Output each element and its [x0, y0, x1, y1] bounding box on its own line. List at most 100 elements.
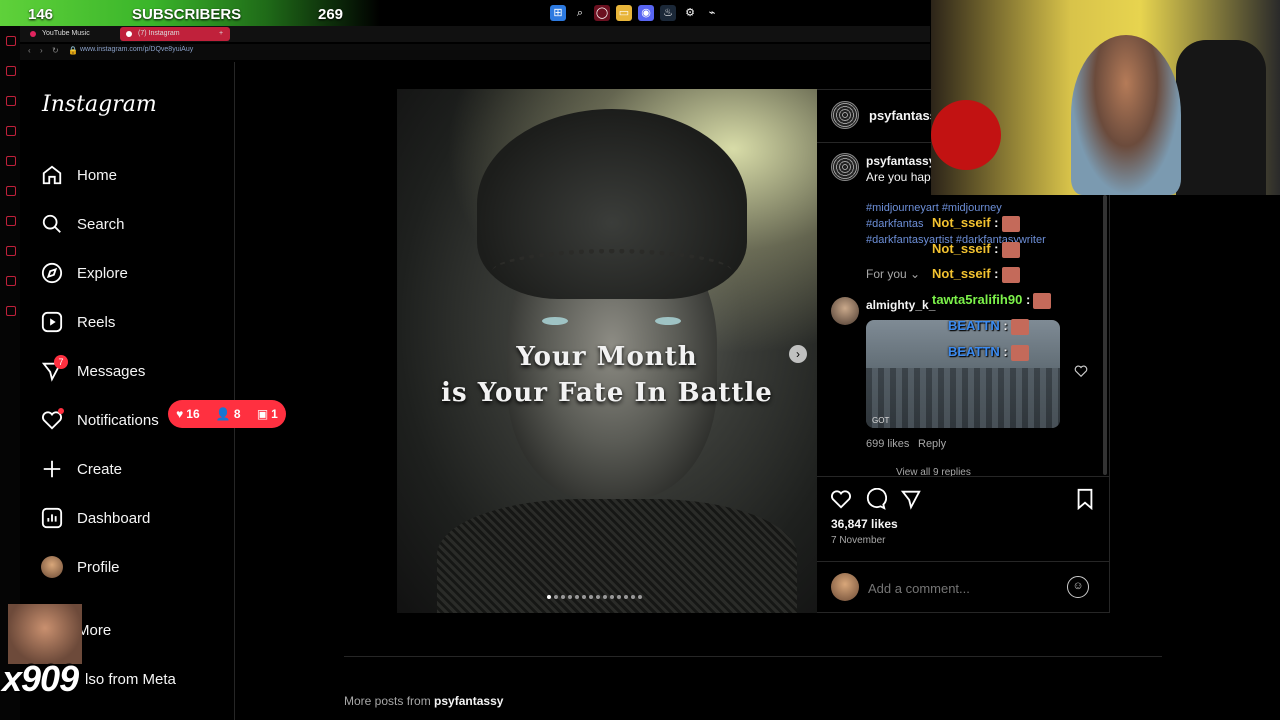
chat-message: Not_sseif : [932, 241, 1020, 258]
chat-message: tawta5ralifih90 : [932, 292, 1052, 309]
folder-icon[interactable]: ▭ [616, 5, 632, 21]
forward-icon[interactable]: › [40, 46, 43, 55]
settings-icon[interactable]: ⚙ [682, 5, 698, 21]
instagram-logo[interactable]: Instagram [42, 92, 157, 117]
nav-label: Messages [77, 362, 146, 380]
more-posts-user[interactable]: psyfantassy [434, 694, 503, 708]
discord-icon[interactable]: ◉ [638, 5, 654, 21]
sidebar-app-icon[interactable] [6, 66, 16, 76]
like-icon[interactable] [830, 488, 852, 515]
likes-count: ♥ 16 [176, 407, 200, 421]
nav-messages[interactable]: 7 Messages [40, 354, 145, 388]
heart-icon [40, 408, 64, 432]
thorn-crown [492, 249, 732, 294]
comment-icon[interactable] [865, 487, 888, 515]
caption-author[interactable]: psyfantassy [866, 154, 935, 168]
carousel-dot [624, 595, 628, 599]
nav-dashboard[interactable]: Dashboard [40, 501, 150, 535]
carousel-dot [617, 595, 621, 599]
comments-scrollbar[interactable] [1103, 195, 1107, 475]
sidebar-app-icon[interactable] [6, 246, 16, 256]
likes-count[interactable]: 36,847 likes [831, 517, 898, 531]
sidebar-app-icon[interactable] [6, 276, 16, 286]
post-overlay-title: Your Month is Your Fate In Battle [397, 339, 817, 411]
comment-divider [817, 561, 1110, 562]
sub-count-left: 146 [28, 6, 54, 23]
notifications-pill[interactable]: ♥ 16 👤 8 ▣ 1 [168, 400, 286, 428]
nav-profile[interactable]: Profile [40, 550, 120, 584]
reload-icon[interactable]: ↻ [52, 46, 59, 55]
sidebar-app-icon[interactable] [6, 36, 16, 46]
webcam-overlay [931, 0, 1280, 195]
tab-label: (7) Instagram [138, 30, 180, 37]
add-comment-input[interactable] [866, 577, 1060, 599]
opera-gx-icon[interactable]: ◯ [594, 5, 610, 21]
chat-emote [1001, 266, 1020, 283]
chat-emote [1001, 241, 1020, 258]
sort-dropdown[interactable]: For you ⌄ [866, 267, 920, 281]
nav-label: Dashboard [77, 509, 151, 527]
comment-gif[interactable]: GOT [866, 320, 1060, 428]
post-image[interactable]: Your Month is Your Fate In Battle › [397, 89, 817, 613]
nav-search[interactable]: Search [40, 207, 125, 241]
chat-emote [1033, 292, 1052, 309]
current-user-avatar [831, 573, 859, 601]
sidebar-app-icon[interactable] [6, 216, 16, 226]
share-icon[interactable] [900, 488, 922, 515]
hashtags-line-1[interactable]: #midjourneyart #midjourney [866, 200, 1002, 216]
chat-user: Not_sseif [932, 215, 991, 230]
nav-explore[interactable]: Explore [40, 256, 128, 290]
sidebar-app-icon[interactable] [6, 186, 16, 196]
chat-user: Not_sseif [932, 241, 991, 256]
chat-separator: : [994, 241, 999, 256]
caption-text: Are you happ [866, 170, 938, 184]
comment-author[interactable]: almighty_k_ [866, 298, 935, 312]
emoji-icon[interactable]: ☺ [1067, 576, 1089, 598]
title-line-2: is Your Fate In Battle [441, 378, 773, 408]
gaming-chair-shape [1176, 40, 1266, 195]
new-tab-button[interactable]: + [214, 27, 228, 41]
plus-icon [40, 457, 64, 481]
caption-avatar[interactable] [831, 153, 859, 181]
reply-button[interactable]: Reply [918, 438, 946, 450]
carousel-next-icon[interactable]: › [789, 345, 807, 363]
url-text[interactable]: www.instagram.com/p/DQve8yuiAuy [80, 46, 193, 53]
back-icon[interactable]: ‹ [28, 46, 31, 55]
chat-user: Not_sseif [932, 266, 991, 281]
nav-label: More [77, 621, 112, 639]
sidebar-app-icon[interactable] [6, 306, 16, 316]
chat-message: BEATTN : [948, 318, 1029, 335]
gif-watermark: GOT [872, 416, 890, 425]
app-icon[interactable]: ⌁ [704, 5, 720, 21]
carousel-dot [638, 595, 642, 599]
nav-home[interactable]: Home [40, 158, 117, 192]
steam-icon[interactable]: ♨ [660, 5, 676, 21]
gif-figures [866, 368, 1060, 428]
nav-label: Notifications [77, 411, 159, 429]
comment-like-icon[interactable] [1074, 364, 1088, 383]
author-avatar[interactable] [831, 101, 859, 129]
search-taskbar-icon[interactable]: ⌕ [572, 5, 588, 21]
chat-separator: : [994, 266, 999, 281]
nav-reels[interactable]: Reels [40, 305, 115, 339]
commenter-avatar[interactable] [831, 297, 859, 325]
nav-notifications[interactable]: Notifications [40, 403, 159, 437]
left-eye [542, 317, 568, 325]
title-line-1: Your Month [516, 342, 698, 372]
carousel-dot [603, 595, 607, 599]
sidebar-app-icon[interactable] [6, 96, 16, 106]
nav-create[interactable]: Create [40, 452, 122, 486]
nav-label: Create [77, 460, 123, 478]
follows-count: 👤 8 [215, 407, 241, 421]
nav-also-from-meta[interactable]: lso from Meta [75, 662, 176, 696]
requests-number: 1 [271, 407, 278, 421]
sidebar-app-icon[interactable] [6, 156, 16, 166]
windows-start-icon[interactable]: ⊞ [550, 5, 566, 21]
hashtags-line-2[interactable]: #darkfantas [866, 216, 923, 232]
tab-youtube-music[interactable]: YouTube Music [24, 27, 132, 41]
carousel-dot [561, 595, 565, 599]
sidebar-app-icon[interactable] [6, 126, 16, 136]
save-bookmark-icon[interactable] [1075, 488, 1095, 515]
comment-likes[interactable]: 699 likes [866, 438, 909, 450]
post-date[interactable]: 7 November [831, 535, 885, 546]
